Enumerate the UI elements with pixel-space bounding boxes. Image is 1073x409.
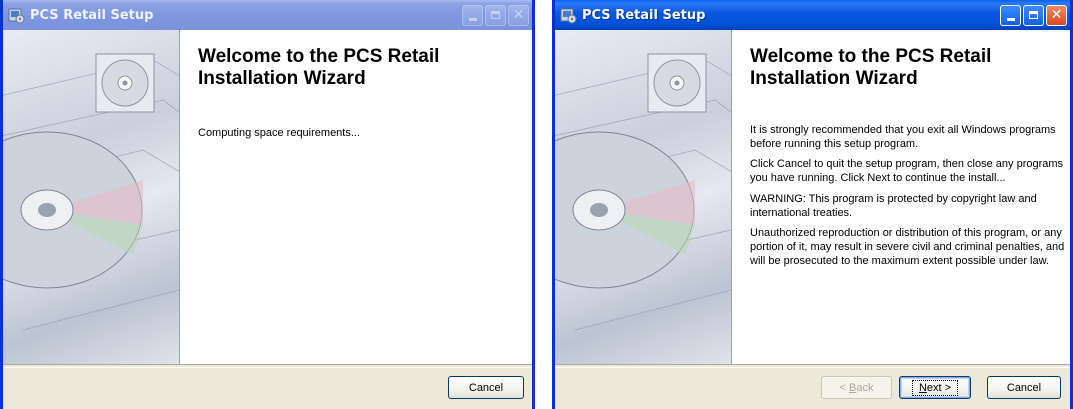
minimize-icon <box>1006 17 1015 21</box>
button-area-divider <box>555 364 1070 368</box>
close-icon: ✕ <box>512 7 525 23</box>
intro-paragraph: It is strongly recommended that you exit… <box>750 124 1056 150</box>
cancel-button-label: Cancel <box>1006 381 1042 394</box>
maximize-icon <box>1029 11 1038 19</box>
minimize-button[interactable] <box>462 4 483 26</box>
wizard-heading: Welcome to the PCS Retail Installation W… <box>750 46 992 89</box>
wizard-side-banner <box>555 30 732 364</box>
wizard-content-panel: Welcome to the PCS Retail Installation W… <box>180 30 532 364</box>
setup-app-icon <box>8 8 25 24</box>
minimize-button[interactable] <box>1000 4 1021 26</box>
title-bar[interactable]: PCS Retail Setup ✕ <box>555 0 1070 30</box>
maximize-icon <box>491 11 500 19</box>
instructions-paragraph: Click Cancel to quit the setup program, … <box>750 158 1064 184</box>
back-button[interactable]: < Back <box>821 376 892 399</box>
close-button[interactable]: ✕ <box>508 4 529 26</box>
close-button[interactable]: ✕ <box>1046 4 1067 26</box>
maximize-button[interactable] <box>485 4 506 26</box>
setup-app-icon <box>560 8 577 24</box>
status-message: Computing space requirements... <box>198 127 361 139</box>
cancel-button-label: Cancel <box>468 381 504 394</box>
cancel-button[interactable]: Cancel <box>448 376 524 399</box>
setup-window-computing: PCS Retail Setup ✕ Welcome to the PCS Re… <box>0 0 535 409</box>
wizard-side-banner <box>3 30 180 364</box>
title-bar[interactable]: PCS Retail Setup ✕ <box>3 0 532 30</box>
maximize-button[interactable] <box>1023 4 1044 26</box>
close-icon: ✕ <box>1050 7 1063 23</box>
warning-paragraph: WARNING: This program is protected by co… <box>750 193 1037 219</box>
wizard-heading: Welcome to the PCS Retail Installation W… <box>198 46 440 89</box>
wizard-content-panel: Welcome to the PCS Retail Installation W… <box>732 30 1070 364</box>
cd-banner-art <box>3 53 179 331</box>
cd-banner-art <box>555 53 731 331</box>
back-button-label: < Back <box>839 381 874 394</box>
cancel-button[interactable]: Cancel <box>987 376 1061 399</box>
next-button[interactable]: Next > <box>899 376 971 399</box>
window-title: PCS Retail Setup <box>30 7 154 23</box>
setup-window-welcome: PCS Retail Setup ✕ Welcome to the PCS Re… <box>552 0 1073 409</box>
minimize-icon <box>468 17 477 21</box>
legal-paragraph: Unauthorized reproduction or distributio… <box>750 227 1065 267</box>
button-area-divider <box>3 364 532 368</box>
window-title: PCS Retail Setup <box>582 7 706 23</box>
next-button-label: Next > <box>911 379 959 396</box>
